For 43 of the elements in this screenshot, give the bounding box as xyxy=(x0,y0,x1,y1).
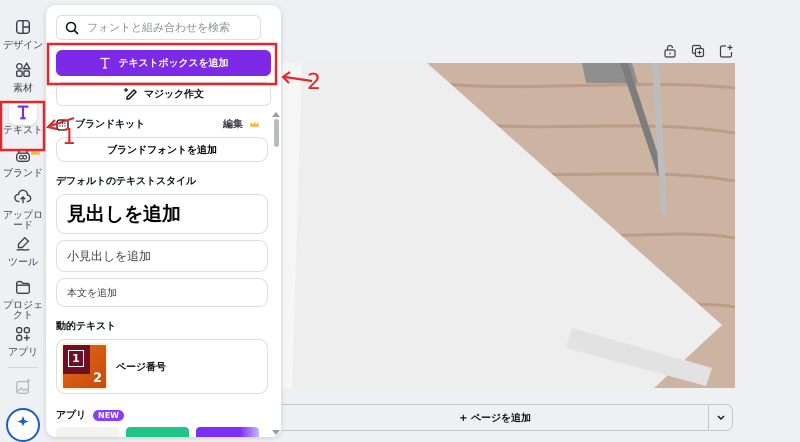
scrollbar-thumb[interactable] xyxy=(274,119,278,147)
sidebar-item[interactable]: ブランド xyxy=(0,142,46,184)
sparkle-icon xyxy=(15,416,31,426)
search-icon xyxy=(65,20,79,34)
add-textbox-button[interactable]: テキストボックスを追加 xyxy=(56,50,271,76)
layout-icon xyxy=(14,18,32,36)
sidebar-item[interactable]: プロジェクト xyxy=(0,274,46,320)
heading-style-button[interactable]: 見出しを追加 xyxy=(56,194,268,234)
sidebar-item[interactable]: ツール xyxy=(0,231,46,274)
edit-link[interactable]: 編集 xyxy=(223,117,243,131)
assistant-button[interactable] xyxy=(6,408,40,442)
search-field[interactable]: フォントと組み合わせを検索 xyxy=(56,15,261,40)
sidebar-item[interactable]: アップロード xyxy=(0,184,46,231)
body-style-button[interactable]: 本文を追加 xyxy=(56,278,268,307)
sidebar-item[interactable]: アプリ xyxy=(0,320,46,363)
magic-pen-icon xyxy=(123,87,138,101)
unlock-icon[interactable] xyxy=(663,44,677,58)
duplicate-icon[interactable] xyxy=(691,44,705,58)
pen-icon xyxy=(14,235,32,253)
scroll-up-icon[interactable] xyxy=(272,112,280,117)
step-number: 2 xyxy=(307,72,321,94)
thumbnail-digit: 1 xyxy=(68,350,84,367)
section-title: デフォルトのテキストスタイル xyxy=(56,175,198,188)
apps-icon xyxy=(14,324,32,342)
chevron-down-icon xyxy=(716,415,724,420)
image-sparkle-icon[interactable] xyxy=(14,378,32,396)
section-title: 動的テキスト xyxy=(56,320,117,333)
cloud-upload-icon xyxy=(14,188,32,206)
sidebar-item[interactable]: テキスト xyxy=(0,99,46,142)
sidebar-item[interactable]: 素材 xyxy=(0,56,46,99)
section-title: ブランドキット xyxy=(75,118,145,131)
dynamic-text-label: ページ番号 xyxy=(116,360,166,374)
highlight-frame xyxy=(0,100,46,152)
subheading-style-button[interactable]: 小見出しを追加 xyxy=(56,240,268,272)
text-icon xyxy=(98,57,110,69)
thumbnail-digit: 2 xyxy=(92,371,102,386)
sidebar-item[interactable]: デザイン xyxy=(0,14,46,56)
section-title: アプリ xyxy=(56,408,86,422)
shapes-icon xyxy=(14,60,32,78)
new-badge: NEW xyxy=(93,410,124,420)
add-page-icon[interactable] xyxy=(719,44,733,58)
scroll-down-icon[interactable] xyxy=(272,430,280,435)
dynamic-text-card[interactable]: 1 2 ページ番号 xyxy=(56,339,268,394)
